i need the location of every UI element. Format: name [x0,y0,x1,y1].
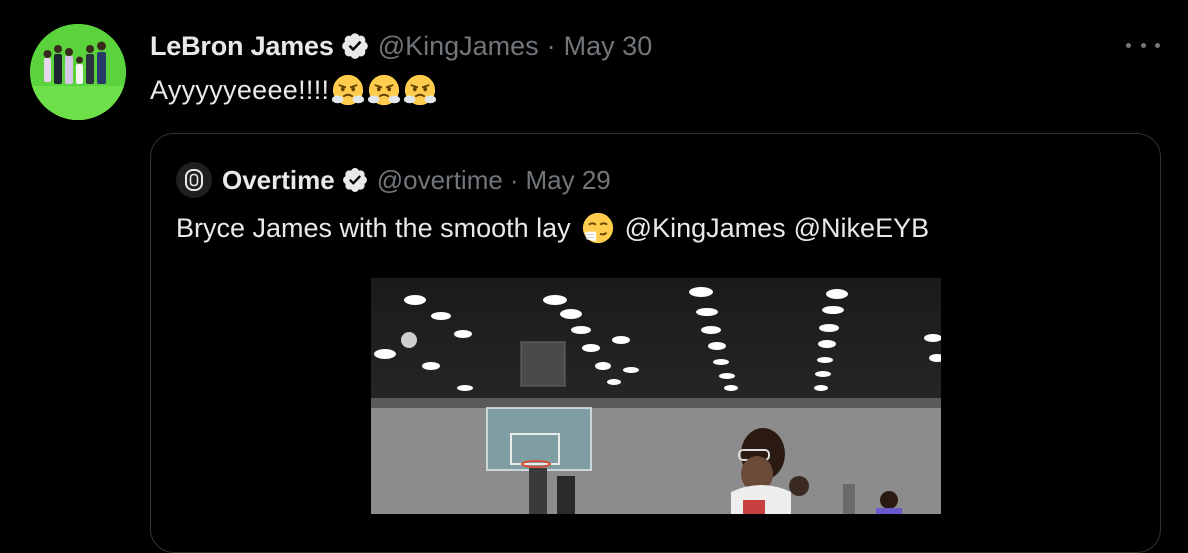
quoted-media-video[interactable] [371,278,941,514]
mention-link[interactable]: @KingJames [625,213,786,244]
author-name[interactable]: LeBron James [150,31,334,62]
more-horizontal-icon [1126,42,1131,48]
separator-dot: · [546,30,556,61]
sneezing-face-emoji [581,211,615,245]
tweet-container: LeBron James @KingJames · May 30 Ayyyyye… [0,0,1188,553]
quoted-author-name: Overtime [222,164,335,195]
mention-link[interactable]: @NikeEYB [794,213,929,244]
verified-badge-icon [340,31,370,61]
quoted-author-handle: @overtime [376,164,503,195]
tweet-text-content: Ayyyyyeeee!!!! [150,74,330,105]
quoted-text-content: Bryce James with the smooth lay [176,212,571,243]
quoted-author-avatar [176,162,212,198]
quoted-tweet-header: Overtime @overtime · May 29 [176,162,611,198]
tweet-header: LeBron James @KingJames · May 30 [150,28,652,64]
quoted-tweet-text: Bryce James with the smooth lay @KingJam… [176,209,937,247]
face-with-steam-emoji [367,73,401,107]
author-handle[interactable]: @KingJames [378,31,539,62]
face-with-steam-emoji [403,73,437,107]
more-options-button[interactable] [1126,30,1160,60]
author-avatar[interactable] [30,24,126,120]
quoted-tweet[interactable]: Overtime @overtime · May 29 Bryce James … [150,133,1161,553]
face-with-steam-emoji [331,73,365,107]
separator-dot: · [509,164,519,195]
tweet-text: Ayyyyyeeee!!!! [150,72,437,108]
tweet-date[interactable]: May 30 [564,31,653,62]
verified-badge-icon [341,166,369,194]
quoted-tweet-date: May 29 [525,164,611,195]
